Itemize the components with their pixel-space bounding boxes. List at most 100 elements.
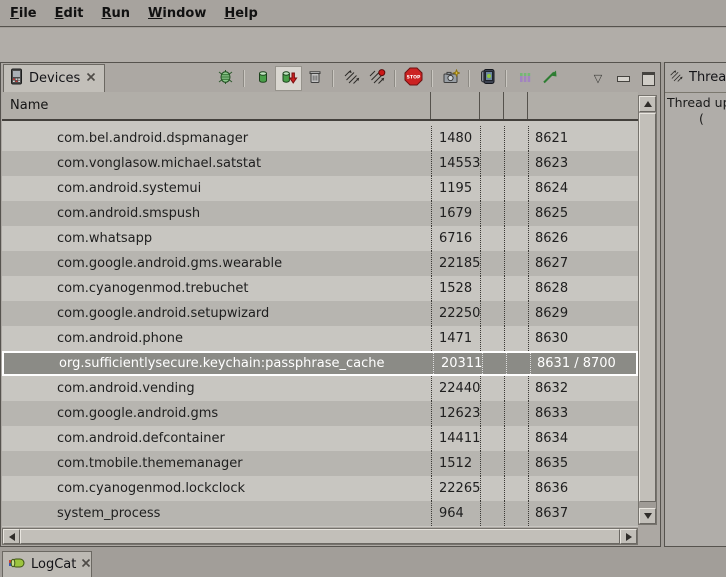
table-row[interactable]: org.sufficientlysecure.keychain:passphra… [2, 351, 638, 376]
tab-threads-label: Threads [689, 70, 726, 85]
method-profiling-button[interactable] [364, 67, 389, 91]
cell-name: system_process [2, 501, 431, 526]
cell-empty [480, 126, 504, 151]
scroll-up-button[interactable] [639, 96, 656, 112]
cell-port: 8634 [528, 426, 638, 451]
cell-empty [504, 226, 528, 251]
scroll-right-button[interactable] [620, 529, 637, 544]
vertical-scroll-thumb[interactable] [639, 113, 656, 502]
stop-process-button[interactable]: STOP [401, 67, 426, 91]
cell-port: 8628 [528, 276, 638, 301]
table-row[interactable]: com.android.systemui 1195 8624 [2, 176, 638, 201]
table-row[interactable]: com.android.phone 1471 8630 [2, 326, 638, 351]
arrow-down-icon [644, 513, 652, 519]
hierarchy-bars-icon [517, 69, 533, 89]
cell-empty [482, 353, 506, 374]
tab-logcat[interactable]: LogCat [2, 551, 92, 577]
menu-edit[interactable]: Edit [46, 6, 93, 21]
cell-pid: 22250 [431, 301, 480, 326]
tab-devices[interactable]: Devices [3, 64, 105, 92]
toolbar-separator [468, 70, 470, 87]
dump-hprof-button[interactable] [275, 66, 302, 91]
cell-name: org.sufficientlysecure.keychain:passphra… [4, 353, 433, 374]
green-arrow-icon [541, 69, 559, 89]
cell-name: com.android.smspush [2, 201, 431, 226]
threads-message-line2: ( [667, 111, 726, 127]
cell-pid: 22440 [431, 376, 480, 401]
update-heap-button[interactable] [250, 67, 275, 91]
menu-window[interactable]: Window [139, 6, 215, 21]
cell-pid: 12623 [431, 401, 480, 426]
cell-empty [504, 151, 528, 176]
scroll-down-button[interactable] [639, 508, 656, 524]
cell-empty [504, 501, 528, 526]
device-view-button[interactable] [475, 67, 500, 91]
cell-pid: 22265 [431, 476, 480, 501]
menu-file[interactable]: File [1, 6, 46, 21]
toolbar-separator [394, 70, 396, 87]
table-row[interactable]: com.vonglasow.michael.satstat 14553 8623 [2, 151, 638, 176]
cause-gc-button[interactable] [302, 67, 327, 91]
minimize-button[interactable] [614, 70, 632, 88]
column-divider[interactable] [527, 92, 528, 119]
table-row[interactable]: system_process 964 8637 [2, 501, 638, 526]
tab-threads[interactable]: Threads [665, 63, 726, 93]
table-row[interactable]: com.android.smspush 1679 8625 [2, 201, 638, 226]
table-row[interactable]: com.tmobile.thememanager 1512 8635 [2, 451, 638, 476]
cell-port: 8631 / 8700 [530, 353, 636, 374]
cell-port: 8626 [528, 226, 638, 251]
vertical-scrollbar[interactable] [638, 95, 657, 525]
cell-empty [480, 201, 504, 226]
cell-name: com.tmobile.thememanager [2, 451, 431, 476]
chart-arrow-button[interactable] [537, 67, 562, 91]
hierarchy-view-button[interactable] [512, 67, 537, 91]
menu-run[interactable]: Run [93, 6, 140, 21]
table-row[interactable]: com.android.defcontainer 14411 8634 [2, 426, 638, 451]
cell-name: com.bel.android.dspmanager [2, 126, 431, 151]
cell-empty [504, 476, 528, 501]
column-header-name[interactable]: Name [2, 98, 48, 113]
table-row[interactable]: com.bel.android.dspmanager 1480 8621 [2, 126, 638, 151]
threads-icon [669, 69, 684, 87]
menu-help[interactable]: Help [215, 6, 266, 21]
arrow-right-icon [626, 533, 632, 541]
table-row[interactable]: com.android.vending 22440 8632 [2, 376, 638, 401]
column-divider[interactable] [430, 92, 431, 119]
camera-icon [442, 69, 460, 89]
maximize-icon [642, 72, 655, 86]
debug-attach-button[interactable] [213, 67, 238, 91]
update-threads-button[interactable] [339, 67, 364, 91]
close-icon[interactable] [86, 71, 96, 86]
device-table-body: com.bel.android.dspmanager 1480 8621 com… [2, 126, 638, 526]
cell-name: com.android.phone [2, 326, 431, 351]
view-menu-button[interactable]: ▽ [589, 70, 607, 88]
table-row[interactable]: com.google.android.setupwizard 22250 862… [2, 301, 638, 326]
table-row[interactable]: com.google.android.gms.wearable 22185 86… [2, 251, 638, 276]
cell-pid: 1679 [431, 201, 480, 226]
cell-empty [480, 276, 504, 301]
column-divider[interactable] [479, 92, 480, 119]
maximize-button[interactable] [639, 70, 657, 88]
cell-name: com.google.android.gms [2, 401, 431, 426]
cell-port: 8621 [528, 126, 638, 151]
view-menu-icon: ▽ [594, 73, 602, 84]
table-row[interactable]: com.google.android.gms 12623 8633 [2, 401, 638, 426]
column-divider[interactable] [503, 92, 504, 119]
cell-name: com.google.android.setupwizard [2, 301, 431, 326]
close-icon[interactable] [81, 557, 91, 572]
toolbar-separator [431, 70, 433, 87]
update-threads-icon [343, 69, 361, 89]
cell-empty [480, 376, 504, 401]
table-row[interactable]: com.cyanogenmod.trebuchet 1528 8628 [2, 276, 638, 301]
horizontal-scroll-thumb[interactable] [20, 529, 620, 544]
trash-icon [307, 69, 323, 89]
dump-hprof-icon [280, 69, 298, 89]
horizontal-scrollbar[interactable] [2, 528, 638, 545]
logcat-icon [8, 556, 26, 574]
cell-pid: 6716 [431, 226, 480, 251]
cell-empty [480, 151, 504, 176]
table-row[interactable]: com.cyanogenmod.lockclock 22265 8636 [2, 476, 638, 501]
scroll-left-button[interactable] [3, 529, 20, 544]
table-row[interactable]: com.whatsapp 6716 8626 [2, 226, 638, 251]
screen-capture-button[interactable] [438, 67, 463, 91]
